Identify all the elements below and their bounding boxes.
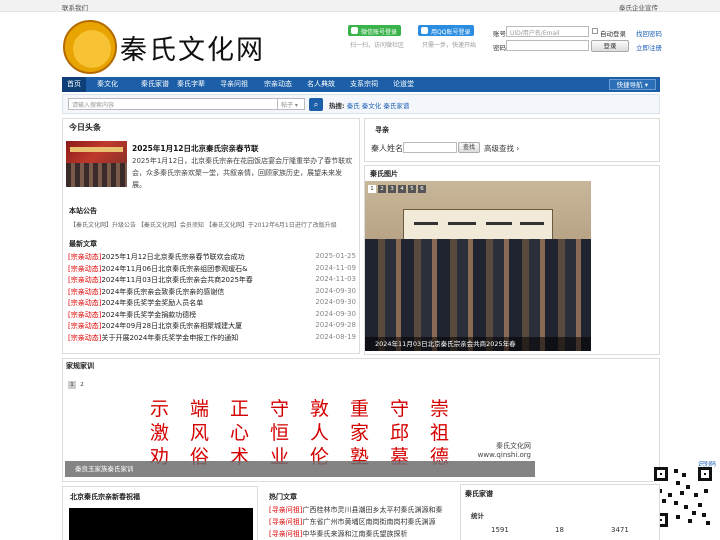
nav-home[interactable]: 首页: [62, 77, 86, 92]
photos-section-title: 秦氏图片: [370, 170, 398, 178]
password-label: 密码: [493, 44, 506, 52]
list-item[interactable]: [宗亲动态]2024年秦氏奖学金捐款功德榜 2024-09-30: [68, 310, 356, 322]
latest-section-title: 最新文章: [69, 240, 97, 248]
newyear-title: 北京秦氏宗亲新春祝福: [70, 493, 140, 501]
nav-qin-culture[interactable]: 秦文化: [92, 77, 123, 92]
photo-page[interactable]: 6: [418, 185, 426, 193]
latest-articles-list: [宗亲动态]2025年1月12日北京秦氏宗亲春节联欢会成功 2025-01-25 …: [68, 252, 356, 344]
photo-carousel[interactable]: 2024年11月03日北京秦氏宗亲会共商2025年春: [365, 181, 591, 351]
stat-value: 18: [555, 526, 564, 534]
stat-value: 1591: [491, 526, 509, 534]
find-relatives-title: 寻亲: [375, 126, 389, 134]
photo-page[interactable]: 4: [398, 185, 406, 193]
top-bar: 联系我们 秦氏企业宣传: [0, 0, 720, 12]
motto-line: 激风心恒人家邱祖: [150, 422, 471, 444]
banner-caption: 秦良玉家族秦氏家训: [65, 461, 535, 477]
nav-find-ancestors[interactable]: 寻亲问祖: [215, 77, 253, 92]
nav-famous-people[interactable]: 名人典故: [302, 77, 340, 92]
logo-emblem[interactable]: [63, 20, 117, 74]
list-item[interactable]: [寻亲问祖]广西桂林市灵川县潮田乡太平村秦氏渊源和秦: [269, 505, 455, 517]
wechat-icon: [351, 27, 358, 34]
hot-articles-list: [寻亲问祖]广西桂林市灵川县潮田乡太平村秦氏渊源和秦 [寻亲问祖]广东省广州市黄…: [269, 505, 455, 540]
notice-section-title: 本站公告: [69, 207, 97, 215]
genealogy-title: 秦氏家谱: [465, 490, 493, 498]
contact-link[interactable]: 联系我们: [62, 2, 88, 12]
rules-page[interactable]: 1: [68, 381, 76, 389]
auto-login-label: 自动登录: [600, 30, 626, 38]
list-item[interactable]: [宗亲动态]2024年秦氏宗亲会致秦氏宗亲的感谢信 2024-09-30: [68, 287, 356, 299]
photo-page[interactable]: 5: [408, 185, 416, 193]
quick-nav-dropdown[interactable]: 快捷导航 ▾: [608, 79, 656, 90]
list-item[interactable]: [宗亲动态]关于开展2024年秦氏奖学金申报工作的通知 2024-08-19: [68, 333, 356, 345]
qq-login-button[interactable]: 用QQ账号登录: [418, 25, 475, 36]
hot-searches: 热搜: 秦氏 秦文化 秦氏家谱: [329, 100, 409, 110]
wechat-tip: 扫一扫，访问微社区: [350, 42, 405, 49]
hot-label: 热搜:: [329, 102, 345, 110]
photo-page[interactable]: 3: [388, 185, 396, 193]
headline-title[interactable]: 2025年1月12日北京秦氏宗亲春节联: [132, 143, 259, 154]
qq-icon: [421, 27, 428, 34]
photo-pager: 123456: [368, 184, 428, 193]
notice-marquee[interactable]: 【秦氏文化网】升级公告 【秦氏文化网】会员须知 【秦氏文化网】于2012年6月1…: [70, 220, 337, 229]
newyear-video[interactable]: [69, 508, 253, 540]
forgot-password-link[interactable]: 找回密码: [636, 28, 662, 38]
family-motto-banner[interactable]: 示端正守敦重守崇 激风心恒人家邱祖 劝俗术业伦塾墓德 秦氏文化网 www.qins…: [65, 389, 535, 477]
name-label: 秦人姓名: [371, 144, 403, 153]
login-button[interactable]: 登录: [591, 40, 629, 52]
watermark: 秦氏文化网 www.qinshi.org: [477, 442, 531, 459]
list-item[interactable]: [寻亲问祖]广东省广州市黄埔区南岗街南岗村秦氏渊源: [269, 517, 455, 529]
photo-page[interactable]: 2: [378, 185, 386, 193]
qq-tip: 只需一步，快速开始: [422, 42, 477, 49]
main-nav: 首页 秦文化 秦氏家谱 秦氏字辈 寻亲问祖 宗亲动态 名人典故 支系宗祠 论道堂…: [62, 77, 660, 92]
stat-value: 3471: [611, 526, 629, 534]
family-rules-title: 家规家训: [66, 362, 94, 370]
list-item[interactable]: [寻亲问祖]中华秦氏来源和江南秦氏望族探析: [269, 529, 455, 540]
register-link[interactable]: 立即注册: [636, 42, 662, 52]
list-item[interactable]: [宗亲动态]2024年09月28日北京秦氏宗亲相聚城建大厦 2024-09-28: [68, 321, 356, 333]
hot-link[interactable]: 秦文化: [362, 102, 382, 110]
headline-summary: 2025年1月12日，北京秦氏宗亲在花园饭店宴会厅隆重举办了春节联欢会，众多秦氏…: [132, 157, 353, 189]
stats-label: 统计: [471, 512, 484, 520]
photo-page[interactable]: 1: [368, 185, 376, 193]
nav-generation-names[interactable]: 秦氏字辈: [172, 77, 210, 92]
hot-articles-title: 热门文章: [269, 493, 297, 501]
rules-page[interactable]: 2: [78, 381, 86, 389]
search-button[interactable]: ⌕: [309, 98, 323, 111]
nav-ancestral-halls[interactable]: 支系宗祠: [345, 77, 383, 92]
password-input[interactable]: [506, 40, 589, 51]
hot-link[interactable]: 秦氏: [347, 102, 360, 110]
relative-name-input[interactable]: [403, 142, 457, 153]
photo-caption: 2024年11月03日北京秦氏宗亲会共商2025年春: [365, 337, 591, 351]
search-icon: ⌕: [313, 100, 319, 109]
advanced-search-link[interactable]: 高级查找 ›: [484, 143, 519, 154]
site-logo-text[interactable]: 秦氏文化网: [120, 28, 265, 67]
hot-link[interactable]: 秦氏家谱: [383, 102, 409, 110]
company-promo-link[interactable]: 秦氏企业宣传: [619, 2, 658, 12]
headline-image[interactable]: [66, 141, 127, 187]
headline-section-title: 今日头条: [69, 123, 101, 132]
nav-genealogy[interactable]: 秦氏家谱: [136, 77, 174, 92]
find-button[interactable]: 查找: [458, 142, 480, 153]
family-rules-pager: 12: [68, 380, 88, 389]
nav-forum[interactable]: 论道堂: [388, 77, 419, 92]
list-item[interactable]: [宗亲动态]2024年11月06日北京秦氏宗亲组团参观瑷石& 2024-11-09: [68, 264, 356, 276]
search-input[interactable]: 请输入搜索内容: [68, 98, 302, 110]
search-bar: 请输入搜索内容 帖子 ▾ ⌕ 热搜: 秦氏 秦文化 秦氏家谱: [62, 94, 660, 114]
nav-clan-news[interactable]: 宗亲动态: [259, 77, 297, 92]
list-item[interactable]: [宗亲动态]2024年秦氏奖学金奖励人员名单 2024-09-30: [68, 298, 356, 310]
list-item[interactable]: [宗亲动态]2025年1月12日北京秦氏宗亲春节联欢会成功 2025-01-25: [68, 252, 356, 264]
wechat-login-button[interactable]: 微信账号登录: [348, 25, 402, 36]
motto-line: 示端正守敦重守崇: [150, 398, 471, 420]
auto-login-checkbox[interactable]: [592, 28, 598, 34]
find-relatives-panel: [364, 118, 660, 162]
search-type-select[interactable]: 帖子 ▾: [277, 98, 305, 110]
account-label: 账号: [493, 30, 506, 38]
account-input[interactable]: UID/用户名/Email: [506, 26, 589, 37]
list-item[interactable]: [宗亲动态]2024年11月03日北京秦氏宗亲会共商2025年春 2024-11-…: [68, 275, 356, 287]
qr-code: [654, 467, 712, 527]
